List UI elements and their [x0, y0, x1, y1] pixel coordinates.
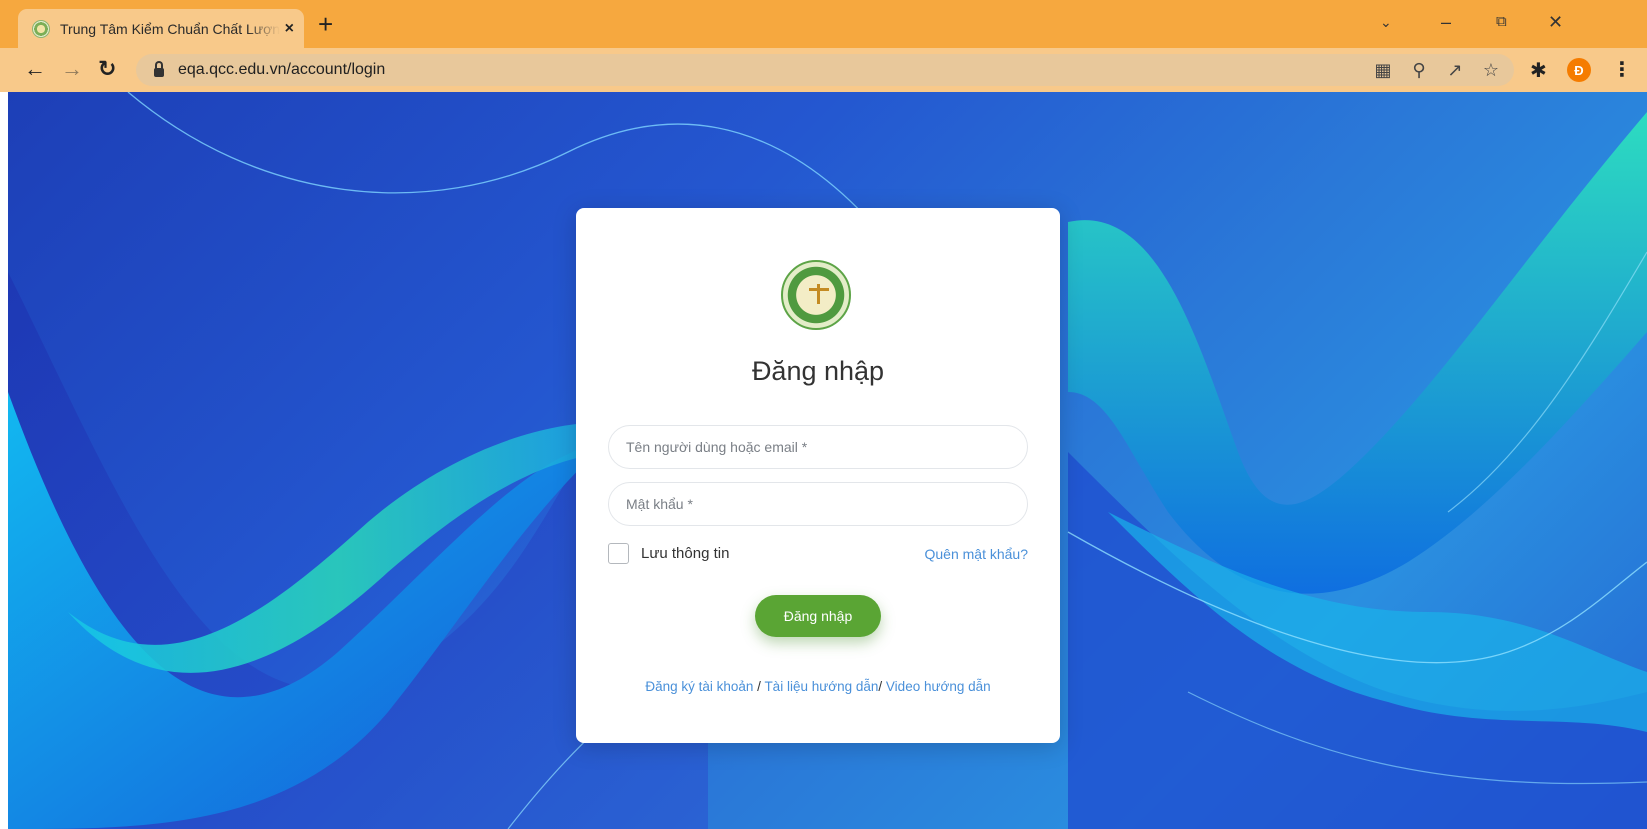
tab-search-chevron-icon[interactable]: ⌄	[1380, 12, 1392, 32]
new-tab-button[interactable]: +	[318, 11, 333, 37]
remember-label: Lưu thông tin	[641, 545, 730, 562]
profile-avatar[interactable]: Đ	[1567, 58, 1591, 82]
kebab-menu-icon[interactable]: ⋮	[1612, 57, 1632, 82]
forward-arrow-icon[interactable]: →	[61, 56, 83, 82]
tab-close-icon[interactable]: ×	[285, 20, 294, 38]
browser-tab[interactable]: Trung Tâm Kiểm Chuẩn Chất Lượng ×	[18, 9, 304, 48]
login-card: Đăng nhập Lưu thông tin Quên mật khẩu? Đ…	[576, 208, 1060, 743]
browser-toolbar: ← → ↻ eqa.qcc.edu.vn/account/login ▦ ⚲ ↗…	[0, 48, 1647, 92]
link-separator: /	[878, 679, 886, 694]
star-icon[interactable]: ☆	[1480, 58, 1502, 82]
login-button[interactable]: Đăng nhập	[755, 595, 881, 637]
link-separator: /	[753, 679, 765, 694]
tab-title: Trung Tâm Kiểm Chuẩn Chất Lượng	[60, 20, 280, 37]
register-link[interactable]: Đăng ký tài khoản	[645, 679, 753, 694]
close-window-icon[interactable]: ✕	[1548, 12, 1563, 32]
scales-of-justice-icon	[807, 284, 829, 306]
forgot-password-link[interactable]: Quên mật khẩu?	[924, 546, 1028, 562]
share-icon[interactable]: ↗	[1444, 58, 1466, 82]
translate-icon[interactable]: ▦	[1372, 58, 1394, 82]
lock-icon[interactable]	[154, 60, 164, 77]
minimize-icon[interactable]: –	[1441, 12, 1451, 32]
organization-logo	[781, 260, 851, 330]
puzzle-icon[interactable]: ✱	[1530, 58, 1547, 83]
login-title: Đăng nhập	[751, 356, 885, 386]
zoom-icon[interactable]: ⚲	[1408, 58, 1430, 82]
site-favicon-icon	[32, 19, 50, 38]
browser-titlebar: Trung Tâm Kiểm Chuẩn Chất Lượng × + ⌄ – …	[0, 0, 1647, 48]
remember-me[interactable]: Lưu thông tin	[608, 543, 729, 564]
url-text[interactable]: eqa.qcc.edu.vn/account/login	[178, 61, 385, 79]
docs-link[interactable]: Tài liệu hướng dẫn	[764, 679, 878, 694]
reload-icon[interactable]: ↻	[98, 56, 116, 82]
remember-checkbox[interactable]	[608, 543, 629, 564]
restore-icon[interactable]: ⧉	[1496, 12, 1507, 32]
back-arrow-icon[interactable]: ←	[24, 56, 46, 82]
address-bar[interactable]: eqa.qcc.edu.vn/account/login ▦ ⚲ ↗ ☆	[136, 54, 1514, 86]
password-input[interactable]	[608, 482, 1028, 526]
help-links: Đăng ký tài khoản / Tài liệu hướng dẫn/ …	[576, 679, 1060, 694]
video-guide-link[interactable]: Video hướng dẫn	[886, 679, 991, 694]
username-input[interactable]	[608, 425, 1028, 469]
